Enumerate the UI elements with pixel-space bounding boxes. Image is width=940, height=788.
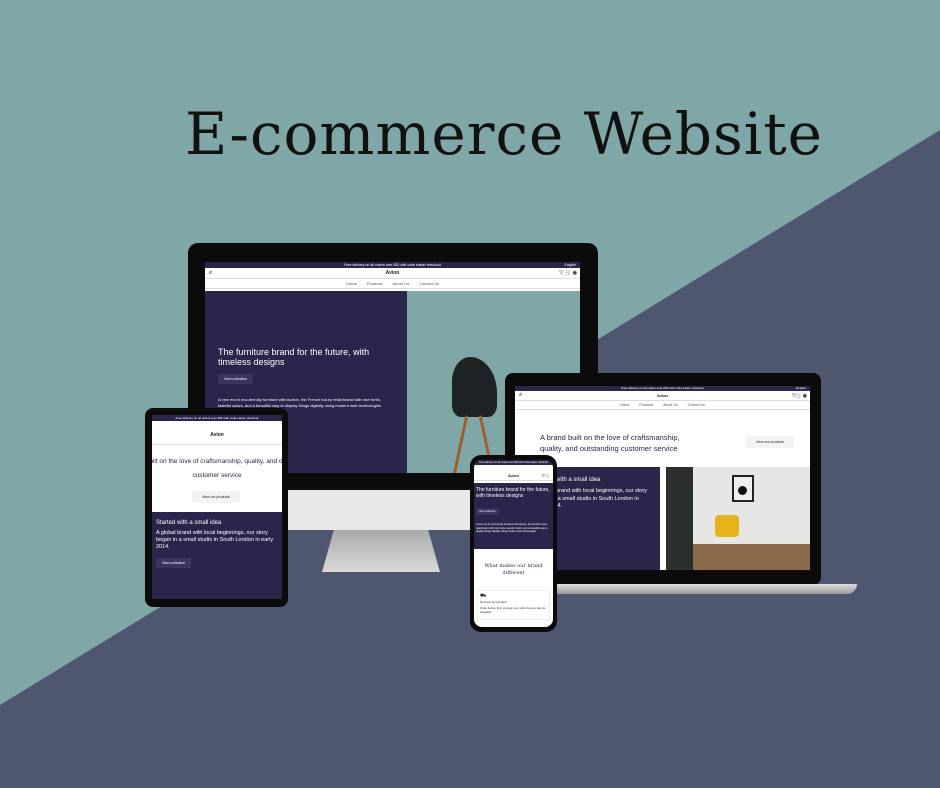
view-collection-button[interactable]: View collection [476, 508, 499, 515]
brand-heading: A brand built on the love of craftsmansh… [540, 433, 680, 453]
search-icon[interactable]: ⌕ [519, 392, 522, 399]
nav-about[interactable]: About Us [393, 281, 409, 286]
hero-heading: The furniture brand for the future, with… [476, 487, 550, 499]
different-heading: What makes our brand different [484, 563, 543, 576]
banner-text: Free delivery on all orders over £50 wit… [479, 461, 548, 464]
brand-heading: A brand built on the love of craftsmansh… [152, 458, 282, 479]
banner-text: Free delivery on all orders over £50 wit… [175, 416, 259, 420]
nav-contact[interactable]: Contact Us [688, 403, 705, 407]
phone-screen: Free delivery on all orders over £50 wit… [474, 460, 553, 627]
brand-logo[interactable]: Avion [386, 270, 400, 276]
nav-products[interactable]: Products [367, 281, 383, 286]
hero-panel: The furniture brand for the future, with… [474, 483, 553, 549]
page-title: E-commerce Website [185, 100, 823, 168]
banner-text: Free delivery on all orders over £50 wit… [621, 386, 704, 390]
chair-image [452, 357, 497, 417]
story-text: A global brand with local beginnings, ou… [156, 530, 274, 550]
wishlist-cart-user-icons[interactable]: ♡🛒 [541, 473, 550, 478]
search-icon[interactable]: ⌕ [209, 270, 212, 277]
story-panel: Started with a small idea A global brand… [152, 512, 282, 599]
story-heading: Started with a small idea [156, 520, 222, 526]
nav-products[interactable]: Products [639, 403, 653, 407]
wishlist-cart-user-icons[interactable]: ♡ 🛒 ◉ [559, 270, 577, 276]
view-collection-button[interactable]: View collection [218, 374, 254, 384]
nav-home[interactable]: Home [620, 403, 629, 407]
nav-contact[interactable]: Contact Us [419, 281, 439, 286]
feature-text: Order before 3pm and get your order the … [480, 606, 546, 614]
delivery-icon: ⛟ [480, 593, 487, 599]
tablet-screen: Free delivery on all orders over £50 wit… [152, 415, 282, 599]
monitor-stand [322, 530, 440, 572]
yellow-armchair [715, 515, 739, 537]
brand-logo[interactable]: Avion [210, 432, 224, 438]
main-nav: Home Products About Us Contact Us [205, 279, 580, 289]
promo-banner: Free delivery on all orders over £50 wit… [474, 460, 553, 465]
brand-logo[interactable]: Avion [508, 473, 519, 478]
view-products-button[interactable]: View our products [192, 491, 240, 503]
wishlist-cart-user-icons[interactable]: ♡🛒◉ [792, 393, 807, 399]
brand-logo[interactable]: Avion [657, 393, 668, 398]
hero-heading: The furniture brand for the future, with… [218, 347, 370, 367]
banner-text: Free delivery on all orders over £50 wit… [344, 263, 441, 267]
feature-title: Next day as standard [480, 600, 507, 604]
feature-card: ⛟ Next day as standard Order before 3pm … [477, 590, 550, 620]
view-collection-button[interactable]: View collection [156, 558, 192, 568]
nav-home[interactable]: Home [346, 281, 357, 286]
promo-banner: Free delivery on all orders over £50 wit… [152, 415, 282, 421]
monitor-chin [282, 488, 482, 530]
laptop-screen: Free delivery on all orders over £50 wit… [515, 386, 810, 570]
interior-photo [666, 467, 810, 570]
nav-about[interactable]: About Us [663, 403, 677, 407]
view-products-button[interactable]: View our products [746, 436, 794, 448]
hero-text: A new era in eco-friendly furniture with… [476, 523, 548, 533]
main-nav: Home Products About Us Contact Us [515, 401, 810, 410]
